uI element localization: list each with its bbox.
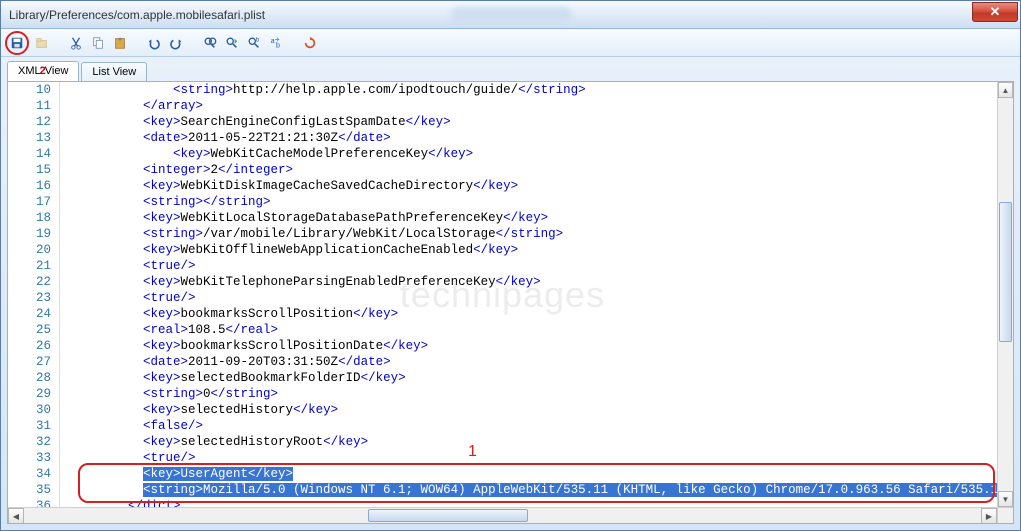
open-icon[interactable] [33, 34, 51, 52]
line-number: 14 [8, 146, 51, 162]
editor-wrap: 1011121314151617181920212223242526272829… [7, 81, 1014, 524]
code-line[interactable]: <key>WebKitTelephoneParsingEnabledPrefer… [60, 274, 997, 290]
line-number: 18 [8, 210, 51, 226]
code-line[interactable]: <key>bookmarksScrollPositionDate</key> [60, 338, 997, 354]
tab-xml-view[interactable]: XML2View [7, 61, 79, 81]
code-area[interactable]: <string>http://help.apple.com/ipodtouch/… [60, 82, 997, 507]
code-editor[interactable]: 1011121314151617181920212223242526272829… [8, 82, 997, 507]
scroll-right-icon[interactable]: ▶ [981, 508, 997, 524]
hscroll-thumb[interactable] [368, 509, 528, 522]
code-line[interactable]: <integer>2</integer> [60, 162, 997, 178]
vscroll-thumb[interactable] [999, 202, 1012, 342]
code-line[interactable]: <string>http://help.apple.com/ipodtouch/… [60, 82, 997, 98]
code-line[interactable]: <string></string> [60, 194, 997, 210]
save-icon[interactable] [8, 34, 26, 52]
find-prev-icon[interactable]: b [245, 34, 263, 52]
refresh-icon[interactable] [301, 34, 319, 52]
code-line[interactable]: <key>WebKitCacheModelPreferenceKey</key> [60, 146, 997, 162]
code-line[interactable]: <key>selectedHistory</key> [60, 402, 997, 418]
line-number: 25 [8, 322, 51, 338]
undo-icon[interactable] [145, 34, 163, 52]
line-number: 24 [8, 306, 51, 322]
line-number: 26 [8, 338, 51, 354]
code-line[interactable]: </array> [60, 98, 997, 114]
line-number: 13 [8, 130, 51, 146]
line-number: 22 [8, 274, 51, 290]
close-button[interactable]: ✕ [972, 2, 1018, 22]
svg-text:b: b [256, 36, 260, 43]
line-number: 30 [8, 402, 51, 418]
code-line[interactable]: <key>WebKitDiskImageCacheSavedCacheDirec… [60, 178, 997, 194]
line-number: 36 [8, 498, 51, 507]
line-gutter: 1011121314151617181920212223242526272829… [8, 82, 60, 507]
line-number: 17 [8, 194, 51, 210]
code-line[interactable]: <true/> [60, 258, 997, 274]
code-line[interactable]: <false/> [60, 418, 997, 434]
line-number: 12 [8, 114, 51, 130]
save-highlight [5, 31, 29, 55]
code-line[interactable]: <key>WebKitLocalStorageDatabasePathPrefe… [60, 210, 997, 226]
copy-icon[interactable] [89, 34, 107, 52]
code-line[interactable]: <key>selectedBookmarkFolderID</key> [60, 370, 997, 386]
horizontal-scrollbar[interactable]: ◀ ▶ [8, 507, 997, 523]
code-line[interactable]: <key>bookmarksScrollPosition</key> [60, 306, 997, 322]
line-number: 27 [8, 354, 51, 370]
line-number: 19 [8, 226, 51, 242]
line-number: 11 [8, 98, 51, 114]
code-line[interactable]: <key>WebKitOfflineWebApplicationCacheEna… [60, 242, 997, 258]
replace-icon[interactable]: ab [267, 34, 285, 52]
close-icon: ✕ [990, 4, 1001, 20]
line-number: 10 [8, 82, 51, 98]
code-line[interactable]: <key>selectedHistoryRoot</key> [60, 434, 997, 450]
scroll-corner [997, 507, 1013, 523]
svg-text:b: b [276, 42, 280, 49]
redo-icon[interactable] [167, 34, 185, 52]
code-line[interactable]: <key>UserAgent</key> [60, 466, 997, 482]
code-line[interactable]: <string>0</string> [60, 386, 997, 402]
paste-icon[interactable] [111, 34, 129, 52]
line-number: 20 [8, 242, 51, 258]
line-number: 23 [8, 290, 51, 306]
app-window: Library/Preferences/com.apple.mobilesafa… [0, 0, 1021, 531]
line-number: 16 [8, 178, 51, 194]
svg-text:a: a [271, 38, 275, 45]
find-icon[interactable] [201, 34, 219, 52]
code-line[interactable]: <real>108.5</real> [60, 322, 997, 338]
code-line[interactable]: <date>2011-09-20T03:31:50Z</date> [60, 354, 997, 370]
code-line[interactable]: <string>/var/mobile/Library/WebKit/Local… [60, 226, 997, 242]
code-line[interactable]: <date>2011-05-22T21:21:30Z</date> [60, 130, 997, 146]
code-line[interactable]: <string>Mozilla/5.0 (Windows NT 6.1; WOW… [60, 482, 997, 498]
line-number: 15 [8, 162, 51, 178]
scroll-left-icon[interactable]: ◀ [8, 508, 24, 524]
title-blur [451, 7, 571, 23]
code-line[interactable]: <key>SearchEngineConfigLastSpamDate</key… [60, 114, 997, 130]
line-number: 33 [8, 450, 51, 466]
tab-list-view[interactable]: List View [81, 62, 147, 81]
code-line[interactable]: <true/> [60, 290, 997, 306]
tab-bar: XML2View List View [1, 57, 1020, 81]
line-number: 35 [8, 482, 51, 498]
line-number: 28 [8, 370, 51, 386]
find-next-icon[interactable] [223, 34, 241, 52]
line-number: 29 [8, 386, 51, 402]
code-line[interactable]: <true/> [60, 450, 997, 466]
line-number: 32 [8, 434, 51, 450]
line-number: 21 [8, 258, 51, 274]
cut-icon[interactable] [67, 34, 85, 52]
line-number: 34 [8, 466, 51, 482]
scroll-down-icon[interactable]: ▼ [998, 491, 1013, 507]
titlebar: Library/Preferences/com.apple.mobilesafa… [1, 1, 1020, 29]
line-number: 31 [8, 418, 51, 434]
vertical-scrollbar[interactable]: ▲ ▼ [997, 82, 1013, 507]
scroll-up-icon[interactable]: ▲ [998, 82, 1013, 98]
code-line[interactable]: </dict> [60, 498, 997, 507]
toolbar: b ab [1, 29, 1020, 57]
